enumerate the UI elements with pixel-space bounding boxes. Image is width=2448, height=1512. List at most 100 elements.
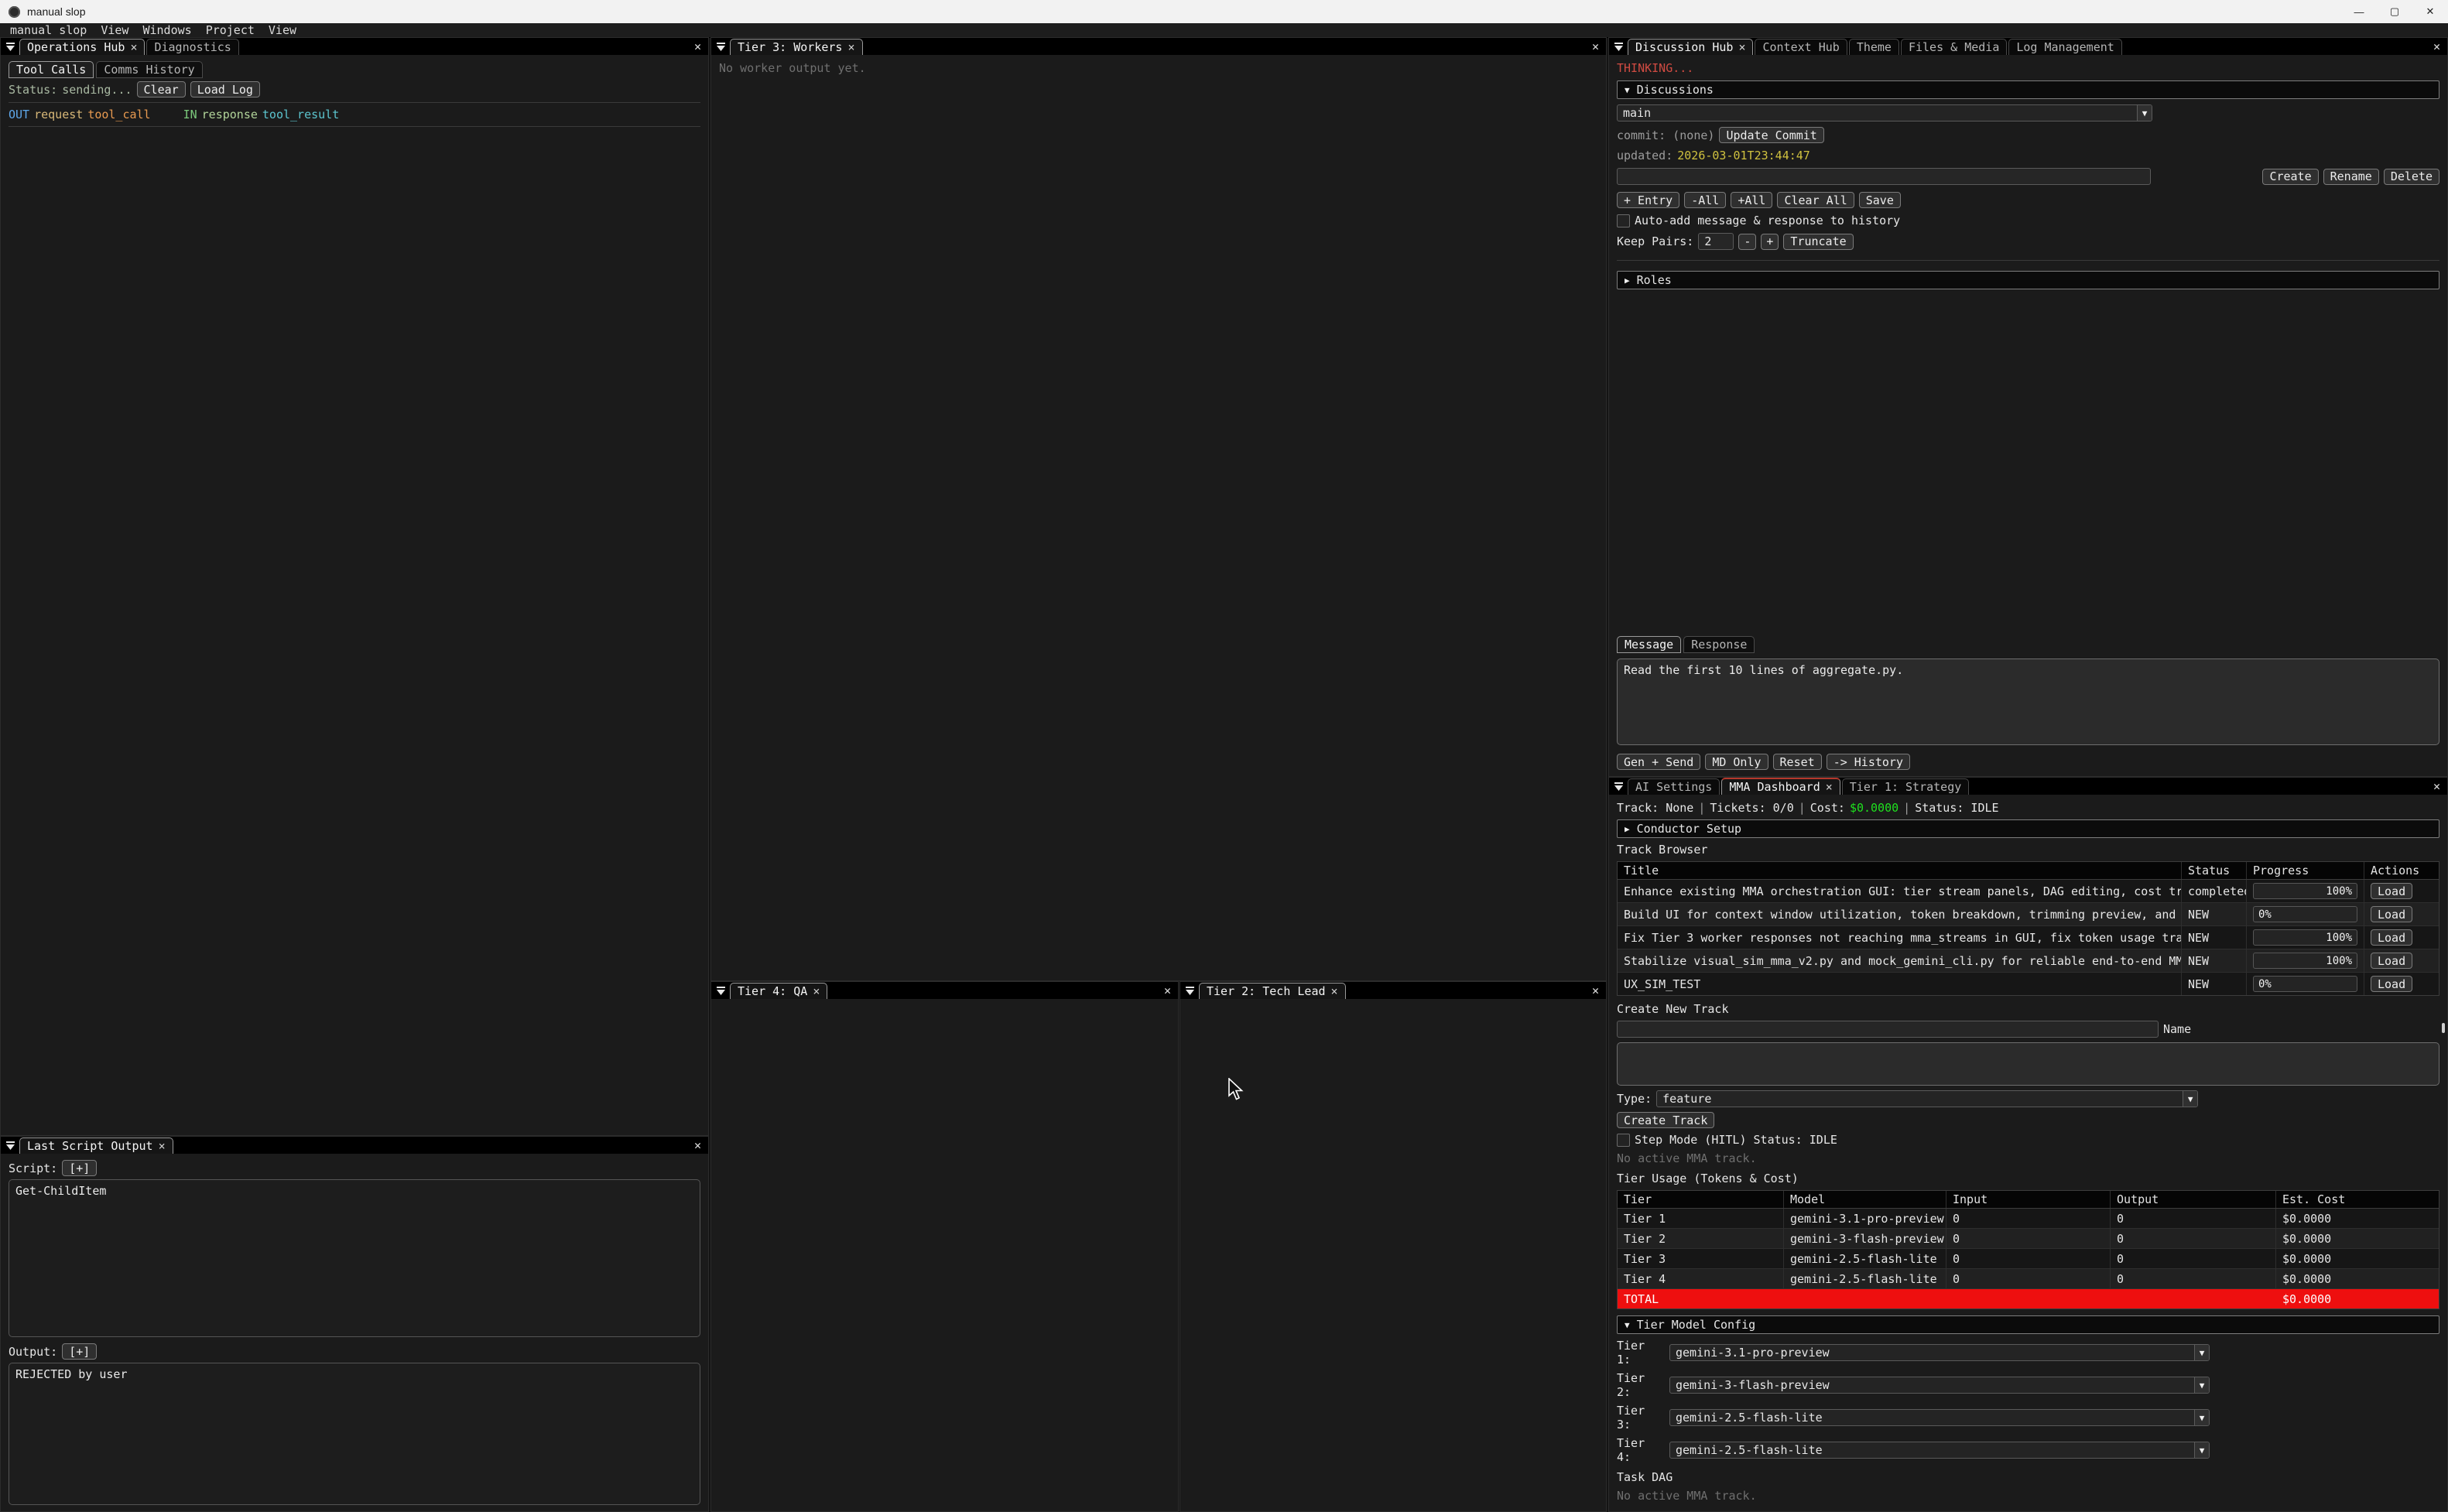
tab-response[interactable]: Response xyxy=(1683,636,1755,653)
minimize-button[interactable]: — xyxy=(2341,0,2377,23)
menu-project[interactable]: Project xyxy=(199,23,262,37)
script-textarea[interactable]: Get-ChildItem xyxy=(9,1179,700,1337)
discussions-collapsible[interactable]: ▼ Discussions xyxy=(1617,80,2439,99)
tab-tier1-strategy[interactable]: Tier 1: Strategy xyxy=(1842,778,1970,795)
tab-close-icon[interactable]: × xyxy=(1331,984,1338,998)
reset-button[interactable]: Reset xyxy=(1773,754,1822,770)
tab-theme[interactable]: Theme xyxy=(1849,39,1899,55)
window-menu-icon[interactable] xyxy=(711,982,730,999)
keep-pairs-plus-button[interactable]: + xyxy=(1761,234,1779,250)
tab-ai-settings[interactable]: AI Settings xyxy=(1628,778,1720,795)
tab-comms-history[interactable]: Comms History xyxy=(96,61,202,78)
tab-close-icon[interactable]: × xyxy=(847,40,854,54)
output-textarea[interactable]: REJECTED by user xyxy=(9,1363,700,1505)
tab-log-management[interactable]: Log Management xyxy=(2008,39,2121,55)
discussion-name-input[interactable] xyxy=(1617,168,2151,185)
keep-pairs-minus-button[interactable]: - xyxy=(1738,234,1756,250)
tab-mma-dashboard[interactable]: MMA Dashboard × xyxy=(1721,778,1840,795)
tab-tier3-workers[interactable]: Tier 3: Workers × xyxy=(730,39,863,55)
track-name-input[interactable] xyxy=(1617,1021,2159,1038)
tab-last-script-output[interactable]: Last Script Output × xyxy=(19,1137,173,1154)
tab-diagnostics[interactable]: Diagnostics xyxy=(146,39,238,55)
menu-view-2[interactable]: View xyxy=(262,23,303,37)
window-menu-icon[interactable] xyxy=(1,38,19,55)
update-commit-button[interactable]: Update Commit xyxy=(1719,127,1823,143)
scrollbar-thumb[interactable] xyxy=(2442,1023,2445,1033)
tab-message[interactable]: Message xyxy=(1617,636,1681,653)
window-menu-icon[interactable] xyxy=(1180,982,1199,999)
table-row[interactable]: UX_SIM_TEST NEW 0% Load xyxy=(1618,973,2439,995)
panel-close-icon[interactable]: ✕ xyxy=(1585,983,1606,997)
tab-operations-hub[interactable]: Operations Hub × xyxy=(19,39,145,55)
message-textarea[interactable]: Read the first 10 lines of aggregate.py. xyxy=(1617,659,2439,745)
to-history-button[interactable]: -> History xyxy=(1827,754,1910,770)
tab-files-media[interactable]: Files & Media xyxy=(1901,39,2007,55)
collapse-all-button[interactable]: -All xyxy=(1684,192,1726,208)
tab-close-icon[interactable]: × xyxy=(130,40,137,54)
tab-close-icon[interactable]: × xyxy=(1826,780,1833,794)
tab-tier2-tech-lead[interactable]: Tier 2: Tech Lead × xyxy=(1199,983,1346,999)
panel-close-icon[interactable]: ✕ xyxy=(687,39,708,53)
panel-close-icon[interactable]: ✕ xyxy=(2426,779,2447,793)
window-menu-icon[interactable] xyxy=(1609,38,1628,55)
table-row[interactable]: Build UI for context window utilization,… xyxy=(1618,903,2439,926)
gen-send-button[interactable]: Gen + Send xyxy=(1617,754,1700,770)
tier4-model-select[interactable]: gemini-2.5-flash-lite ▼ xyxy=(1669,1442,2210,1459)
tier2-model-select[interactable]: gemini-3-flash-preview ▼ xyxy=(1669,1377,2210,1394)
panel-close-icon[interactable]: ✕ xyxy=(1585,39,1606,53)
panel-close-icon[interactable]: ✕ xyxy=(1157,983,1178,997)
clear-all-button[interactable]: Clear All xyxy=(1777,192,1854,208)
menu-manual-slop[interactable]: manual slop xyxy=(3,23,94,37)
roles-collapsible[interactable]: ▶ Roles xyxy=(1617,271,2439,289)
tier-model-config-collapsible[interactable]: ▼ Tier Model Config xyxy=(1617,1315,2439,1334)
load-button[interactable]: Load xyxy=(2371,976,2412,992)
load-button[interactable]: Load xyxy=(2371,953,2412,969)
panel-close-icon[interactable]: ✕ xyxy=(687,1138,708,1152)
tab-context-hub[interactable]: Context Hub xyxy=(1755,39,1847,55)
window-menu-icon[interactable] xyxy=(1609,778,1628,795)
save-button[interactable]: Save xyxy=(1859,192,1901,208)
track-type-select[interactable]: feature ▼ xyxy=(1656,1090,2198,1107)
panel-close-icon[interactable]: ✕ xyxy=(2426,39,2447,53)
track-description-textarea[interactable] xyxy=(1617,1042,2439,1086)
caret-right-icon: ▶ xyxy=(1625,824,1630,834)
add-entry-button[interactable]: + Entry xyxy=(1617,192,1679,208)
chevron-down-icon: ▼ xyxy=(2194,1442,2209,1458)
menu-view[interactable]: View xyxy=(94,23,135,37)
output-expand-button[interactable]: [+] xyxy=(62,1343,97,1360)
table-row[interactable]: Fix Tier 3 worker responses not reaching… xyxy=(1618,926,2439,949)
md-only-button[interactable]: MD Only xyxy=(1705,754,1768,770)
auto-add-checkbox[interactable] xyxy=(1617,214,1630,227)
clear-button[interactable]: Clear xyxy=(137,81,186,97)
load-button[interactable]: Load xyxy=(2371,929,2412,946)
tab-tier4-qa[interactable]: Tier 4: QA × xyxy=(730,983,827,999)
delete-button[interactable]: Delete xyxy=(2384,169,2439,185)
menu-windows[interactable]: Windows xyxy=(135,23,198,37)
script-expand-button[interactable]: [+] xyxy=(62,1160,97,1176)
discussion-select[interactable]: main ▼ xyxy=(1617,104,2152,121)
load-log-button[interactable]: Load Log xyxy=(190,81,260,97)
close-button[interactable]: ✕ xyxy=(2412,0,2448,23)
table-row[interactable]: Stabilize visual_sim_mma_v2.py and mock_… xyxy=(1618,949,2439,973)
rename-button[interactable]: Rename xyxy=(2323,169,2379,185)
tab-close-icon[interactable]: × xyxy=(813,984,820,998)
tab-discussion-hub[interactable]: Discussion Hub × xyxy=(1628,39,1753,55)
tab-close-icon[interactable]: × xyxy=(1738,40,1745,54)
load-button[interactable]: Load xyxy=(2371,883,2412,899)
create-button[interactable]: Create xyxy=(2262,169,2318,185)
keep-pairs-input[interactable]: 2 xyxy=(1698,233,1734,250)
step-mode-checkbox[interactable] xyxy=(1617,1134,1630,1147)
maximize-button[interactable]: ▢ xyxy=(2377,0,2412,23)
tier1-model-select[interactable]: gemini-3.1-pro-preview ▼ xyxy=(1669,1344,2210,1361)
tab-tool-calls[interactable]: Tool Calls xyxy=(9,61,94,78)
tier3-model-select[interactable]: gemini-2.5-flash-lite ▼ xyxy=(1669,1409,2210,1426)
table-row[interactable]: Enhance existing MMA orchestration GUI: … xyxy=(1618,880,2439,903)
conductor-setup-collapsible[interactable]: ▶ Conductor Setup xyxy=(1617,819,2439,838)
window-menu-icon[interactable] xyxy=(711,38,730,55)
window-menu-icon[interactable] xyxy=(1,1137,19,1154)
create-track-button[interactable]: Create Track xyxy=(1617,1112,1714,1128)
load-button[interactable]: Load xyxy=(2371,906,2412,922)
tab-close-icon[interactable]: × xyxy=(159,1139,166,1153)
expand-all-button[interactable]: +All xyxy=(1731,192,1772,208)
truncate-button[interactable]: Truncate xyxy=(1783,234,1853,250)
